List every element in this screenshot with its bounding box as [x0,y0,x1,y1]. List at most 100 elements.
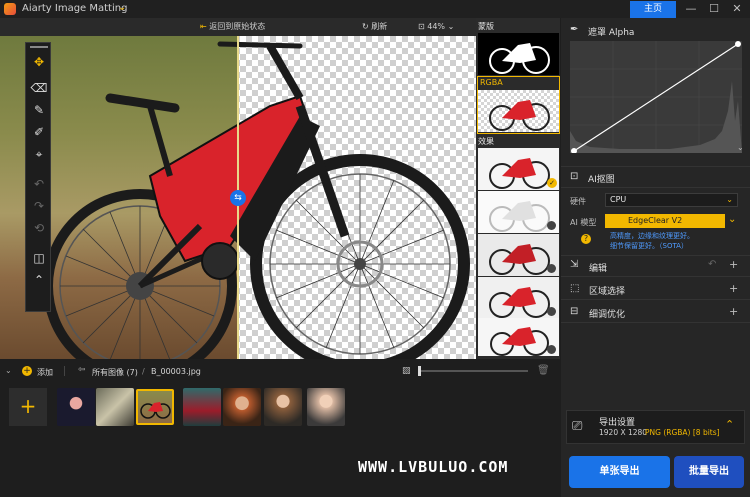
reset-icon[interactable]: ⟲ [26,217,52,239]
refine-title: 细调优化 [589,310,626,320]
ai-model-value: EdgeClear V2 [628,216,683,225]
expand-up-icon[interactable]: ⌃ [725,418,734,431]
batch-export-button[interactable]: 批量导出 [674,456,744,488]
single-export-button[interactable]: 单张导出 [569,456,670,488]
add-region-icon[interactable]: + [729,282,738,295]
refine-icon: ⊟ [570,306,579,317]
chevron-down-icon[interactable]: ⌄ [118,2,126,13]
image-thumb-bike-selected[interactable] [136,389,174,425]
revert-icon: ⇤ [200,22,207,31]
zoom-control[interactable]: ⊡ 44% ⌄ [418,18,454,36]
tool-palette: ✥ ⌫ ✎ ✐ ⌖ ↶ ↷ ⟲ ◫ ⌃ [25,42,51,312]
edit-title: 编辑 [589,264,608,274]
palette-grip[interactable] [30,46,48,48]
app-logo [4,3,16,15]
revert-button[interactable]: ⇤ 返回到原始状态 [200,18,265,36]
region-select-title: 区域选择 [589,287,626,297]
current-file-name: B_00003.jpg [151,367,201,376]
export-settings-title: 导出设置 [599,418,636,428]
undo-icon[interactable]: ↶ [708,259,716,270]
region-select-icon: ⬚ [570,283,580,294]
collapse-strip-icon[interactable]: ⌄ [5,366,12,375]
image-canvas[interactable]: ⇆ [0,36,476,359]
ai-model-label: AI 模型 [570,218,597,227]
image-strip [0,359,561,497]
refresh-icon: ↻ [362,22,369,31]
hardware-label: 硬件 [570,197,586,206]
move-tool-icon[interactable]: ✥ [26,51,52,73]
comparison-handle-icon[interactable]: ⇆ [230,190,246,206]
refresh-button[interactable]: ↻ 刷新 [362,18,387,36]
ai-matting-icon: ⊡ [570,171,579,182]
maximize-button[interactable]: ☐ [703,1,725,17]
effect-thumbnail-4[interactable] [478,277,559,319]
export-resolution: 1920 X 1280 [599,428,648,437]
breadcrumb-separator: / [142,367,145,376]
collapse-chevron-icon[interactable]: ⌄ [737,143,744,152]
alpha-curve-editor[interactable] [570,41,742,154]
bucket-tool-icon[interactable]: ⌖ [26,143,52,165]
mask-preview-image [489,43,550,74]
add-image-tile[interactable]: + [9,388,47,426]
back-arrow-icon[interactable]: ⇦ [78,365,86,375]
rgba-label: RGBA [480,78,503,87]
image-thumb-6[interactable] [264,388,302,426]
alpha-curve-graph [570,41,742,154]
ai-model-select[interactable]: EdgeClear V2 [605,214,725,228]
mask-thumbnail[interactable] [478,33,559,75]
image-thumb-5[interactable] [223,388,261,426]
image-thumb-4[interactable] [183,388,221,426]
watermark-text: WWW.LVBULUO.COM [358,458,509,476]
ai-matting-title: AI抠图 [588,175,615,185]
collapse-up-icon[interactable]: ⌃ [26,269,52,291]
chevron-down-icon: ⌄ [447,22,455,31]
compare-icon[interactable]: ◫ [26,247,52,269]
effect-thumbnail-1[interactable]: ✓ [478,148,559,190]
all-images-link[interactable]: 所有图像 (7) [92,367,138,378]
effect-thumbnail-5[interactable] [478,318,559,356]
close-button[interactable]: ✕ [726,1,748,17]
effect-thumbnail-2[interactable] [478,191,559,233]
eyedropper-icon[interactable]: ✒ [570,24,578,35]
zoom-value: 44% [427,22,446,31]
rgba-thumbnail[interactable] [478,90,559,132]
add-edit-icon[interactable]: + [729,258,738,271]
minimize-button[interactable]: — [680,1,702,17]
redo-icon[interactable]: ↷ [26,195,52,217]
model-desc-line2: 细节保留更好。（SOTA） [610,242,688,250]
effects-label: 效果 [478,137,494,146]
export-format: PNG (RGBA) [8 bits] [645,428,720,437]
bike-thumb-image [140,402,171,419]
add-icon[interactable]: + [22,366,32,376]
slider-handle[interactable] [418,366,421,376]
image-thumb-7[interactable] [307,388,345,426]
hardware-select[interactable]: CPU ⌄ [605,193,738,207]
image-thumb-2[interactable] [96,388,134,426]
help-icon[interactable]: ? [581,234,591,244]
image-thumb-jellyfish[interactable] [57,388,95,426]
trash-icon[interactable]: 🗑 [537,365,550,376]
refresh-label: 刷新 [371,22,388,31]
edit-icon: ⇲ [570,259,579,270]
image-size-icon: ▨ [402,366,411,376]
add-label[interactable]: 添加 [37,367,53,378]
export-settings-icon: ⎚ [572,419,583,434]
option-dot-icon [547,221,556,230]
brush-tool-icon[interactable]: ✎ [26,99,52,121]
effect-thumbnail-3[interactable] [478,234,559,276]
model-desc-line1: 高精度，边缘和纹理更好。 [610,232,694,240]
app-title: Aiarty Image Matting [22,3,128,14]
eraser-tool-icon[interactable]: ⌫ [26,77,52,99]
pen-tool-icon[interactable]: ✐ [26,121,52,143]
rgba-preview-image [489,100,550,131]
export-settings-box[interactable] [566,410,745,444]
home-button[interactable]: 主页 [630,1,676,18]
add-refine-icon[interactable]: + [729,305,738,318]
chevron-down-icon[interactable]: ⌄ [728,214,736,225]
divider [64,366,65,376]
mask-label: 蒙版 [478,22,494,31]
zoom-icon: ⊡ [418,22,425,31]
thumbnail-size-slider[interactable] [418,370,528,372]
undo-icon[interactable]: ↶ [26,173,52,195]
option-dot-icon [547,307,556,316]
